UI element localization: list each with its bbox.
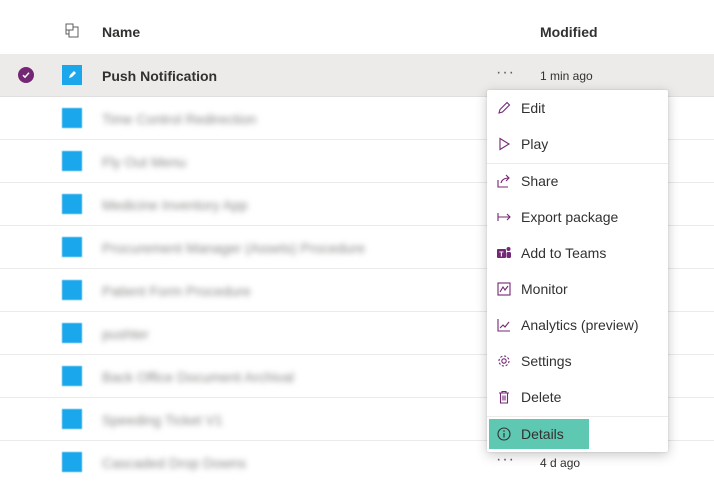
more-options-button[interactable]: ··· bbox=[496, 451, 515, 469]
teams-icon: T bbox=[495, 244, 513, 262]
menu-item-label: Share bbox=[521, 173, 559, 189]
app-icon bbox=[62, 151, 82, 171]
trash-icon bbox=[495, 388, 513, 406]
app-icon bbox=[62, 237, 82, 257]
menu-divider bbox=[487, 163, 668, 164]
menu-item-label: Analytics (preview) bbox=[521, 317, 639, 333]
app-name[interactable]: pushter bbox=[102, 326, 149, 342]
menu-item-share[interactable]: Share bbox=[489, 166, 666, 196]
file-type-icon[interactable] bbox=[64, 23, 80, 39]
app-icon bbox=[62, 323, 82, 343]
menu-item-label: Monitor bbox=[521, 281, 568, 297]
context-menu: Edit Play Share Export package T Add to … bbox=[487, 90, 668, 452]
app-name[interactable]: Cascaded Drop Downs bbox=[102, 455, 246, 471]
app-icon bbox=[62, 409, 82, 429]
pencil-icon bbox=[495, 99, 513, 117]
modified-date: 4 d ago bbox=[540, 456, 581, 470]
app-icon bbox=[62, 194, 82, 214]
menu-item-label: Settings bbox=[521, 353, 572, 369]
column-header-modified[interactable]: Modified bbox=[540, 24, 598, 40]
menu-item-delete[interactable]: Delete bbox=[489, 382, 666, 412]
app-icon bbox=[62, 280, 82, 300]
menu-item-export-package[interactable]: Export package bbox=[489, 202, 666, 232]
analytics-icon bbox=[495, 316, 513, 334]
app-name[interactable]: Medicine Inventory App bbox=[102, 197, 248, 213]
menu-item-label: Details bbox=[521, 426, 564, 442]
menu-item-label: Add to Teams bbox=[521, 245, 607, 261]
play-icon bbox=[495, 135, 513, 153]
app-icon bbox=[62, 108, 82, 128]
app-icon bbox=[62, 366, 82, 386]
app-icon bbox=[62, 65, 82, 85]
menu-item-label: Delete bbox=[521, 389, 562, 405]
info-icon bbox=[495, 425, 513, 443]
menu-item-label: Play bbox=[521, 136, 549, 152]
app-name[interactable]: Fly Out Menu bbox=[102, 154, 186, 170]
gear-icon bbox=[495, 352, 513, 370]
monitor-icon bbox=[495, 280, 513, 298]
app-name[interactable]: Push Notification bbox=[102, 68, 217, 84]
menu-item-label: Export package bbox=[521, 209, 619, 225]
export-icon bbox=[495, 208, 513, 226]
app-name[interactable]: Procurement Manager (Assets) Procedure bbox=[102, 240, 365, 256]
menu-item-edit[interactable]: Edit bbox=[489, 93, 666, 123]
modified-date: 1 min ago bbox=[540, 69, 593, 83]
checkmark-icon[interactable] bbox=[18, 67, 34, 83]
app-name[interactable]: Back Office Document Archival bbox=[102, 369, 294, 385]
menu-item-monitor[interactable]: Monitor bbox=[489, 274, 666, 304]
app-name[interactable]: Patient Form Procedure bbox=[102, 283, 251, 299]
app-name[interactable]: Time Control Redirection bbox=[102, 111, 256, 127]
list-header: Name Modified bbox=[0, 0, 714, 54]
menu-divider bbox=[487, 416, 668, 417]
app-icon bbox=[62, 452, 82, 472]
app-name[interactable]: Speeding Ticket V1 bbox=[102, 412, 223, 428]
column-header-name[interactable]: Name bbox=[102, 24, 140, 40]
menu-item-settings[interactable]: Settings bbox=[489, 346, 666, 376]
more-options-button[interactable]: ··· bbox=[496, 64, 515, 82]
svg-text:T: T bbox=[499, 251, 504, 258]
menu-item-analytics[interactable]: Analytics (preview) bbox=[489, 310, 666, 340]
share-icon bbox=[495, 172, 513, 190]
menu-item-label: Edit bbox=[521, 100, 546, 116]
menu-item-details[interactable]: Details bbox=[489, 419, 589, 449]
menu-item-add-to-teams[interactable]: T Add to Teams bbox=[489, 238, 666, 268]
menu-item-play[interactable]: Play bbox=[489, 129, 666, 159]
